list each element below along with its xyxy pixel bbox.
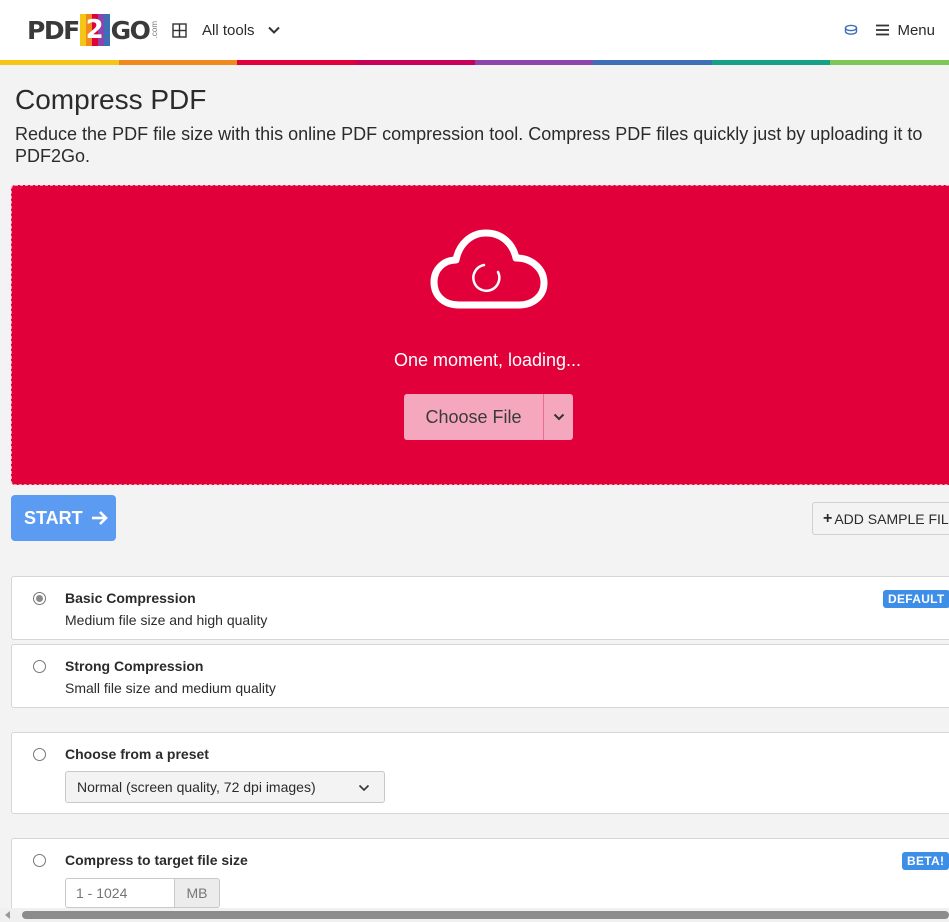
button-separator xyxy=(543,394,544,440)
menu-button[interactable]: Menu xyxy=(897,22,935,39)
coins-icon[interactable] xyxy=(844,24,858,36)
radio-target-size[interactable] xyxy=(33,854,46,867)
option-subtitle: Medium file size and high quality xyxy=(65,612,268,628)
horizontal-scrollbar[interactable] xyxy=(0,908,949,922)
preset-select-value: Normal (screen quality, 72 dpi images) xyxy=(77,779,316,795)
chevron-down-icon xyxy=(267,26,280,34)
all-tools-dropdown[interactable]: All tools xyxy=(172,18,281,42)
upload-dropzone[interactable]: One moment, loading... Choose File xyxy=(11,185,949,485)
choose-file-button-group: Choose File xyxy=(404,394,573,440)
plus-icon: + xyxy=(823,509,833,527)
option-title: Basic Compression xyxy=(65,590,196,606)
start-button[interactable]: START xyxy=(11,495,116,541)
scrollbar-thumb[interactable] xyxy=(22,911,949,919)
loading-status: One moment, loading... xyxy=(393,350,582,370)
header-right: Menu xyxy=(844,18,935,42)
add-sample-label: ADD SAMPLE FILE xyxy=(834,510,949,527)
cloud-upload-icon xyxy=(430,229,548,309)
site-header: PDF 2 GO .com All tools Menu xyxy=(0,0,949,60)
add-sample-file-button[interactable]: + ADD SAMPLE FILE xyxy=(812,502,949,535)
radio-strong-compression[interactable] xyxy=(33,660,46,673)
option-title: Choose from a preset xyxy=(65,746,209,762)
default-badge: DEFAULT xyxy=(883,590,949,608)
radio-preset[interactable] xyxy=(33,748,46,761)
logo-pdf-text: PDF xyxy=(27,15,80,45)
rainbow-divider xyxy=(0,60,949,65)
page-description: Reduce the PDF file size with this onlin… xyxy=(15,124,923,166)
grid-icon xyxy=(172,22,187,38)
hamburger-icon[interactable] xyxy=(876,24,890,36)
logo-2-badge: 2 xyxy=(79,14,110,46)
arrow-right-icon xyxy=(91,511,108,525)
radio-basic-compression[interactable] xyxy=(33,592,46,605)
chevron-down-icon xyxy=(553,413,564,421)
start-label: START xyxy=(24,507,83,528)
logo-2-text: 2 xyxy=(85,15,104,45)
logo-go-text: GO xyxy=(110,15,151,45)
page-title: Compress PDF xyxy=(15,84,207,115)
all-tools-label: All tools xyxy=(202,21,255,39)
choose-file-button[interactable]: Choose File xyxy=(404,394,543,440)
chevron-down-icon xyxy=(358,784,370,792)
option-strong-compression[interactable]: Strong Compression Small file size and m… xyxy=(11,644,949,708)
scroll-left-icon[interactable] xyxy=(5,911,10,919)
preset-select[interactable]: Normal (screen quality, 72 dpi images) xyxy=(65,771,385,803)
option-title: Compress to target file size xyxy=(65,852,248,868)
option-basic-compression[interactable]: Basic Compression Medium file size and h… xyxy=(11,576,949,640)
option-subtitle: Small file size and medium quality xyxy=(65,680,276,696)
target-size-input[interactable] xyxy=(65,878,174,908)
logo-com-text: .com xyxy=(150,21,160,39)
unit-label: MB xyxy=(174,878,220,908)
option-preset[interactable]: Choose from a preset Normal (screen qual… xyxy=(11,732,949,814)
pdf2go-logo[interactable]: PDF 2 GO .com xyxy=(27,14,159,46)
option-title: Strong Compression xyxy=(65,658,204,674)
choose-file-dropdown-toggle[interactable] xyxy=(544,394,573,440)
beta-badge: BETA! xyxy=(902,852,949,870)
